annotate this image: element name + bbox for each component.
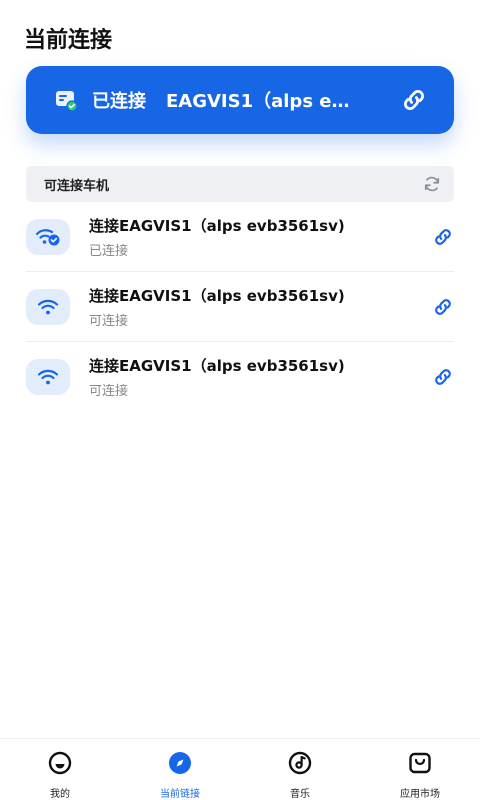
device-row[interactable]: 连接EAGVIS1（alps evb3561sv) 已连接 bbox=[26, 202, 454, 272]
nav-label: 应用市场 bbox=[400, 789, 440, 800]
device-status: 可连接 bbox=[89, 384, 129, 399]
nav-item-app-store[interactable]: 应用市场 bbox=[360, 739, 480, 800]
compass-icon bbox=[169, 752, 191, 774]
nav-label: 音乐 bbox=[290, 789, 310, 800]
page-title: 当前连接 bbox=[24, 28, 113, 53]
section-title: 可连接车机 bbox=[44, 178, 110, 194]
bottom-nav: 我的 当前链接 音乐 应用市场 bbox=[0, 738, 480, 800]
refresh-icon[interactable] bbox=[422, 174, 442, 194]
link-icon[interactable] bbox=[432, 366, 454, 388]
wifi-icon bbox=[37, 369, 59, 385]
current-connection-card[interactable]: 已连接 EAGVIS1（alps evb3561sv) bbox=[26, 66, 454, 134]
nav-label: 当前链接 bbox=[160, 789, 200, 800]
device-status: 已连接 bbox=[89, 243, 129, 259]
device-tile bbox=[26, 288, 70, 325]
wifi-connected-icon bbox=[35, 228, 60, 245]
connected-device-name: EAGVIS1（alps evb3561sv) bbox=[166, 91, 350, 112]
device-row[interactable]: 连接EAGVIS1（alps evb3561sv) 可连接 bbox=[26, 342, 454, 412]
device-text: 连接EAGVIS1（alps evb3561sv) 可连接 bbox=[89, 285, 345, 329]
available-devices-header: 可连接车机 bbox=[26, 166, 454, 202]
link-icon[interactable] bbox=[432, 296, 454, 318]
device-status: 可连接 bbox=[89, 313, 129, 329]
device-text: 连接EAGVIS1（alps evb3561sv) 已连接 bbox=[89, 215, 345, 259]
device-tile bbox=[26, 359, 70, 395]
nav-item-profile[interactable]: 我的 bbox=[0, 739, 120, 800]
profile-icon bbox=[48, 751, 72, 775]
connected-device-icon bbox=[56, 91, 78, 112]
device-text: 连接EAGVIS1（alps evb3561sv) 可连接 bbox=[89, 355, 345, 399]
link-icon[interactable] bbox=[400, 86, 428, 114]
wifi-icon bbox=[37, 299, 59, 314]
device-row[interactable]: 连接EAGVIS1（alps evb3561sv) 可连接 bbox=[26, 272, 454, 342]
nav-item-music[interactable]: 音乐 bbox=[240, 739, 360, 800]
app-screen: 当前连接 已连接 EAGVIS1（alps evb3561sv) 可连接车机 bbox=[0, 0, 480, 800]
nav-label: 我的 bbox=[50, 789, 70, 800]
music-icon bbox=[288, 751, 312, 775]
device-name: 连接EAGVIS1（alps evb3561sv) bbox=[89, 286, 345, 305]
device-list: 连接EAGVIS1（alps evb3561sv) 已连接 连接EAGVIS1（… bbox=[26, 202, 454, 412]
device-name: 连接EAGVIS1（alps evb3561sv) bbox=[89, 216, 345, 235]
shop-bag-icon bbox=[409, 752, 431, 774]
nav-item-current-link[interactable]: 当前链接 bbox=[120, 739, 240, 800]
link-icon[interactable] bbox=[432, 226, 454, 248]
device-tile bbox=[26, 218, 70, 255]
connection-status: 已连接 bbox=[92, 91, 146, 112]
device-name: 连接EAGVIS1（alps evb3561sv) bbox=[89, 357, 345, 375]
